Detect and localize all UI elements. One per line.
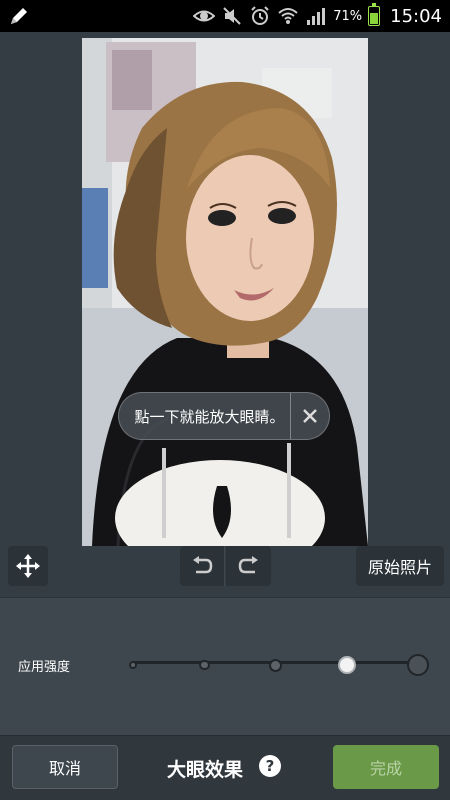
strength-level-1[interactable] bbox=[129, 661, 137, 669]
bottom-bar: 取消 大眼效果 ? 完成 bbox=[0, 735, 450, 800]
hint-message: 點一下就能放大眼睛。 bbox=[134, 407, 285, 426]
wifi-icon bbox=[278, 8, 298, 24]
done-button[interactable]: 完成 bbox=[333, 745, 439, 789]
signal-icon bbox=[307, 8, 326, 25]
strength-level-5[interactable] bbox=[407, 654, 429, 676]
battery-icon bbox=[368, 3, 381, 26]
clock: 15:04 bbox=[390, 5, 442, 27]
close-icon bbox=[303, 409, 317, 423]
strength-panel: 应用强度 bbox=[0, 597, 450, 735]
eye-icon bbox=[193, 10, 216, 22]
strength-label: 应用强度 bbox=[18, 660, 71, 675]
undo-button[interactable] bbox=[180, 546, 225, 586]
original-photo-button[interactable]: 原始照片 bbox=[356, 546, 444, 586]
photo-canvas[interactable] bbox=[82, 38, 368, 546]
cancel-button[interactable]: 取消 bbox=[12, 745, 118, 789]
status-bar: 71% 15:04 bbox=[0, 0, 450, 32]
pencil-icon bbox=[11, 8, 27, 24]
hint-toast: 點一下就能放大眼睛。 bbox=[118, 392, 330, 440]
strength-level-4[interactable] bbox=[337, 656, 356, 674]
redo-icon bbox=[238, 556, 258, 574]
undo-icon bbox=[193, 556, 213, 574]
help-icon[interactable]: ? bbox=[259, 755, 281, 777]
strength-level-3[interactable] bbox=[269, 658, 282, 672]
mute-icon bbox=[223, 7, 241, 25]
strength-level-2[interactable] bbox=[199, 659, 210, 671]
move-icon bbox=[16, 554, 40, 578]
alarm-icon bbox=[251, 6, 269, 25]
move-button[interactable] bbox=[8, 546, 48, 586]
photo-editor-area: 點一下就能放大眼睛。 原始照片 bbox=[0, 32, 450, 597]
battery-percent: 71% bbox=[333, 8, 363, 24]
portrait-photo bbox=[82, 38, 368, 546]
redo-button[interactable] bbox=[226, 546, 271, 586]
effect-title: 大眼效果 bbox=[167, 759, 244, 781]
